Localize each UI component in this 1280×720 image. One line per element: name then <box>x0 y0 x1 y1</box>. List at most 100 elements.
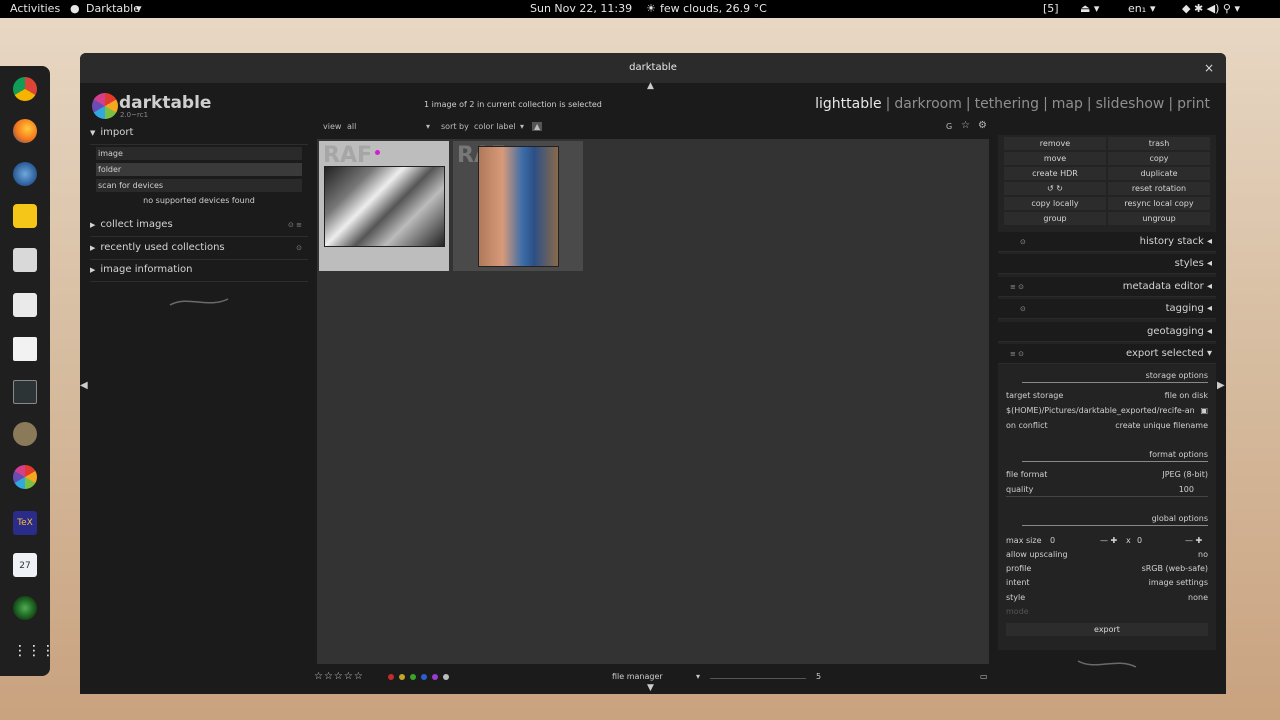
color-label-red-icon[interactable] <box>388 674 394 680</box>
ungroup-button[interactable]: ungroup <box>1108 212 1210 225</box>
thumbnail[interactable]: RAF <box>453 141 583 271</box>
reset-rotation-button[interactable]: reset rotation <box>1108 182 1210 195</box>
files-icon[interactable] <box>13 248 37 272</box>
rotate-buttons[interactable]: ↺ ↻ <box>1004 182 1106 195</box>
recent-collections-header[interactable]: ▶ recently used collections ⊙ <box>90 242 308 260</box>
target-storage-select[interactable]: file on disk <box>1165 391 1208 400</box>
create-hdr-button[interactable]: create HDR <box>1004 167 1106 180</box>
height-minus-plus-icon[interactable]: — ✚ <box>1185 536 1202 545</box>
target-storage-row[interactable]: target storage file on disk <box>1006 391 1208 403</box>
group-button[interactable]: group <box>1004 212 1106 225</box>
tagging-header[interactable]: ⊙ tagging ◂ <box>998 299 1216 319</box>
color-label-yellow-icon[interactable] <box>399 674 405 680</box>
thumbnail-selected[interactable]: RAF <box>319 141 449 271</box>
quality-value[interactable]: 100 <box>1179 485 1194 494</box>
zoom-value[interactable]: 5 <box>816 672 821 681</box>
grouping-button[interactable]: G <box>946 122 952 131</box>
color-label-clear-icon[interactable] <box>443 674 449 680</box>
sort-select[interactable]: color label <box>474 122 516 131</box>
module-reset-icon[interactable]: ⊙ <box>296 244 302 252</box>
weather-text[interactable]: few clouds, 26.9 °C <box>660 2 767 15</box>
eject-icon[interactable]: ⏏ ▾ <box>1080 2 1099 15</box>
calendar-icon[interactable]: 27 <box>13 553 37 577</box>
color-label-purple-icon[interactable] <box>432 674 438 680</box>
firefox-icon[interactable] <box>13 119 37 143</box>
import-image-button[interactable]: image <box>96 147 302 160</box>
app-menu[interactable]: Darktable <box>86 2 140 15</box>
on-conflict-select[interactable]: create unique filename <box>1115 421 1208 430</box>
app-menu-icon[interactable]: ● <box>70 2 80 15</box>
close-icon[interactable]: × <box>1204 53 1214 83</box>
left-panel-toggle-icon[interactable]: ◀ <box>80 380 88 391</box>
color-label-blue-icon[interactable] <box>421 674 427 680</box>
view-lighttable[interactable]: lighttable <box>811 96 886 112</box>
on-conflict-row[interactable]: on conflict create unique filename <box>1006 421 1208 433</box>
export-button[interactable]: export <box>1006 623 1208 636</box>
resync-local-copy-button[interactable]: resync local copy <box>1108 197 1210 210</box>
intent-select[interactable]: image settings <box>1149 578 1208 587</box>
allow-upscaling-select[interactable]: no <box>1198 550 1208 559</box>
remove-button[interactable]: remove <box>1004 137 1106 150</box>
trash-button[interactable]: trash <box>1108 137 1210 150</box>
export-selected-header[interactable]: ≡ ⊙ export selected ▾ <box>998 344 1216 364</box>
duplicate-button[interactable]: duplicate <box>1108 167 1210 180</box>
texmaker-icon[interactable]: TeX <box>13 511 37 535</box>
activities-button[interactable]: Activities <box>10 2 60 15</box>
allow-upscaling-row[interactable]: allow upscaling no <box>1006 550 1208 562</box>
max-width-input[interactable]: 0 <box>1050 536 1055 545</box>
zoom-slider[interactable] <box>710 678 806 679</box>
layout-chevron-icon[interactable]: ▾ <box>696 672 700 681</box>
color-label-green-icon[interactable] <box>410 674 416 680</box>
folder-icon[interactable]: ▣ <box>1200 406 1208 415</box>
image-information-header[interactable]: ▶ image information <box>90 264 308 282</box>
scan-devices-button[interactable]: scan for devices <box>96 179 302 192</box>
star-icon[interactable]: ☆ <box>961 120 970 131</box>
copy-button[interactable]: copy <box>1108 152 1210 165</box>
window-titlebar[interactable]: darktable × <box>80 53 1226 83</box>
view-darkroom[interactable]: darkroom <box>890 96 966 112</box>
import-section-header[interactable]: ▼ import <box>90 127 308 145</box>
view-tethering[interactable]: tethering <box>971 96 1043 112</box>
module-presets-icon[interactable]: ⊙ ≡ <box>288 221 302 229</box>
gimp-icon[interactable] <box>13 422 37 446</box>
style-select[interactable]: none <box>1188 593 1208 602</box>
style-row[interactable]: style none <box>1006 593 1208 605</box>
lighttable-grid[interactable]: RAF RAF <box>317 139 989 664</box>
display-icon[interactable]: ▭ <box>980 672 988 681</box>
terminal-icon[interactable] <box>13 380 37 404</box>
right-panel-toggle-icon[interactable]: ▶ <box>1217 380 1225 391</box>
text-editor-icon[interactable] <box>13 337 37 361</box>
layout-mode-select[interactable]: file manager <box>612 672 663 681</box>
file-format-row[interactable]: file format JPEG (8-bit) <box>1006 470 1208 482</box>
clock[interactable]: Sun Nov 22, 11:39 <box>530 2 632 15</box>
chrome-icon[interactable] <box>13 77 37 101</box>
sort-order-button[interactable]: ▲ <box>532 122 543 131</box>
view-filter-select[interactable]: all <box>347 122 356 131</box>
keyboard-chevron-icon[interactable]: ▾ <box>1150 2 1156 15</box>
workspace-indicator[interactable]: [5] <box>1043 2 1059 15</box>
intent-row[interactable]: intent image settings <box>1006 578 1208 590</box>
file-format-select[interactable]: JPEG (8-bit) <box>1162 470 1208 479</box>
reset-icon[interactable]: ⊙ <box>1020 232 1026 252</box>
bottom-panel-toggle-icon[interactable]: ▼ <box>647 683 654 693</box>
app-menu-chevron-icon[interactable]: ▾ <box>136 2 142 15</box>
view-filter-chevron-icon[interactable]: ▾ <box>426 122 430 131</box>
thunderbird-icon[interactable] <box>13 162 37 186</box>
star-rating-filter[interactable]: ☆☆☆☆☆ <box>314 671 364 682</box>
view-print[interactable]: print <box>1173 96 1214 112</box>
system-status-icons[interactable]: ◆ ✱ ◀) ⚲ ▾ <box>1182 2 1240 15</box>
geotagging-header[interactable]: geotagging ◂ <box>998 322 1216 342</box>
max-height-input[interactable]: 0 <box>1137 536 1142 545</box>
export-path-row[interactable]: $(HOME)/Pictures/darktable_exported/reci… <box>1006 406 1208 418</box>
copy-locally-button[interactable]: copy locally <box>1004 197 1106 210</box>
collect-images-header[interactable]: ▶ collect images ⊙ ≡ <box>90 219 308 237</box>
sort-chevron-icon[interactable]: ▾ <box>520 122 524 131</box>
styles-header[interactable]: styles ◂ <box>998 254 1216 274</box>
presets-reset-icon[interactable]: ≡ ⊙ <box>1010 277 1024 297</box>
keyboard-layout[interactable]: en₁ <box>1128 2 1146 15</box>
view-map[interactable]: map <box>1048 96 1087 112</box>
width-minus-plus-icon[interactable]: — ✚ <box>1100 536 1117 545</box>
profile-select[interactable]: sRGB (web-safe) <box>1142 564 1208 573</box>
import-folder-button[interactable]: folder <box>96 163 302 176</box>
history-stack-header[interactable]: ⊙ history stack ◂ <box>998 232 1216 252</box>
